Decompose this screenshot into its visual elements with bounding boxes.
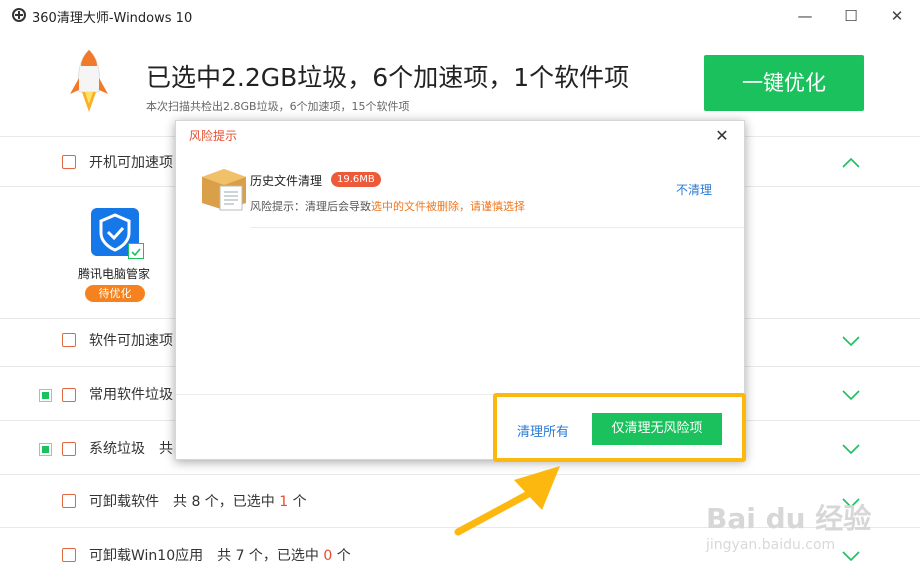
minimize-button[interactable]: — [793, 4, 817, 28]
chevron-down-icon[interactable] [842, 335, 860, 347]
skip-clean-link[interactable]: 不清理 [676, 181, 712, 198]
status-badge: 待优化 [85, 285, 145, 302]
scan-summary-headline: 已选中2.2GB垃圾，6个加速项，1个软件项 [146, 63, 630, 92]
one-click-optimize-button[interactable]: 一键优化 [704, 55, 864, 111]
windows-icon [62, 442, 76, 456]
risk-item-name: 历史文件清理 [250, 174, 323, 188]
category-label: 常用软件垃圾 [89, 387, 173, 403]
category-label: 可卸载软件共 8 个，已选中 1 个 [89, 494, 307, 510]
chip-icon [62, 333, 76, 347]
watermark-brand: Bai du 经验 [706, 502, 872, 535]
checkbox[interactable] [39, 443, 52, 456]
title-bar: 360清理大师-Windows 10 — ☐ ✕ [0, 0, 920, 32]
dialog-title: 风险提示 [189, 129, 238, 143]
check-icon[interactable] [128, 243, 144, 259]
gift-icon [62, 494, 76, 508]
close-button[interactable]: ✕ [885, 4, 909, 28]
chevron-down-icon[interactable] [842, 389, 860, 401]
category-label: 可卸载Win10应用共 7 个，已选中 0 个 [89, 548, 351, 564]
chevron-up-icon[interactable] [842, 157, 860, 169]
archive-box-icon [202, 169, 246, 211]
category-label: 软件可加速项 [89, 333, 173, 349]
chevron-down-icon[interactable] [842, 550, 860, 562]
size-badge: 19.6MB [331, 172, 381, 187]
annotation-arrow-icon [454, 466, 560, 536]
trash-icon [62, 388, 76, 402]
window-title: 360清理大师-Windows 10 [32, 11, 193, 26]
category-label: 开机可加速项 [89, 155, 173, 171]
rocket-icon [70, 49, 108, 112]
close-icon[interactable]: ✕ [713, 127, 731, 145]
maximize-button[interactable]: ☐ [839, 4, 863, 28]
risk-warning-text: 风险提示：清理后会导致选中的文件被删除，请谨慎选择 [250, 200, 525, 213]
chevron-down-icon[interactable] [842, 443, 860, 455]
watermark-url: jingyan.baidu.com [706, 537, 836, 553]
package-icon [62, 548, 76, 562]
app-logo-icon [12, 8, 26, 22]
monitor-icon [62, 155, 76, 169]
scan-summary-detail: 本次扫描共检出2.8GB垃圾，6个加速项，15个软件项 [146, 100, 410, 113]
divider [250, 227, 744, 228]
checkbox[interactable] [39, 389, 52, 402]
annotation-highlight-box [493, 393, 746, 462]
app-name: 腾讯电脑管家 [78, 267, 151, 281]
category-label: 系统垃圾共 [89, 441, 173, 457]
